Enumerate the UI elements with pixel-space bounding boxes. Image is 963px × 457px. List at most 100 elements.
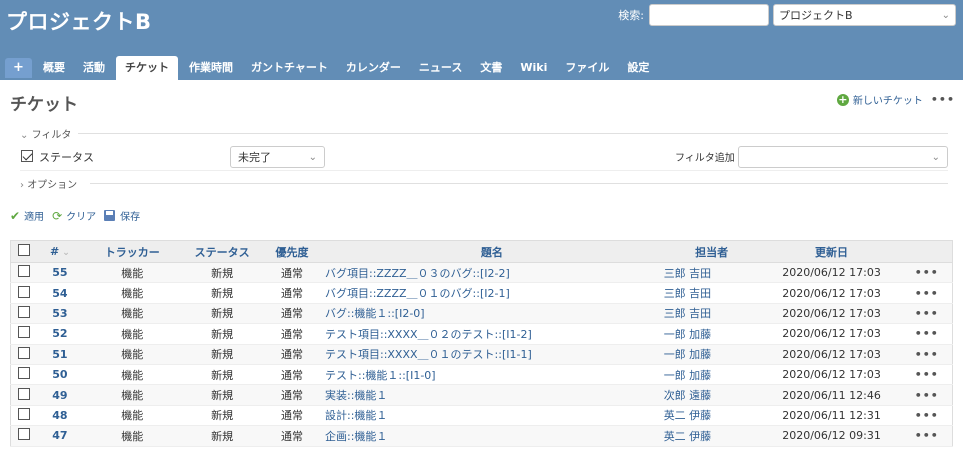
tab-news[interactable]: ニュース [410, 56, 471, 80]
tab-overview[interactable]: 概要 [34, 56, 74, 80]
issue-id-link[interactable]: 53 [52, 307, 67, 320]
tab-documents[interactable]: 文書 [471, 56, 511, 80]
table-row[interactable]: 47 機能 新規 通常 企画::機能１ 英二 伊藤 2020/06/12 09:31 ••• [10, 425, 953, 447]
table-row[interactable]: 52 機能 新規 通常 テスト項目::XXXX＿０２のテスト::[I1-2] 一郎 加藤 2… [10, 323, 953, 345]
issue-assignee-link[interactable]: 三郎 吉田 [664, 307, 712, 320]
row-checkbox[interactable] [18, 265, 31, 278]
issue-subject-link[interactable]: テスト項目::XXXX＿０２のテスト::[I1-2] [325, 328, 532, 341]
issue-assignee-link[interactable]: 三郎 吉田 [664, 287, 712, 300]
reload-icon: ⟳ [52, 208, 63, 223]
search-input[interactable] [649, 4, 769, 26]
new-object-button[interactable]: + [5, 58, 32, 78]
add-filter-select[interactable]: ⌄ [738, 146, 948, 168]
column-header-updated[interactable]: 更新日 [761, 240, 902, 263]
row-actions-button[interactable]: ••• [915, 266, 939, 279]
issue-tracker: 機能 [82, 323, 183, 345]
table-row[interactable]: 51 機能 新規 通常 テスト項目::XXXX＿０１のテスト::[I1-1] 一郎 加藤 2… [10, 344, 953, 365]
table-row[interactable]: 53 機能 新規 通常 バグ::機能１::[I2-0] 三郎 吉田 2020/06/12 1… [10, 303, 953, 325]
project-title[interactable]: プロジェクトB [6, 6, 152, 36]
project-jump-select[interactable]: プロジェクトB ⌄ [773, 4, 956, 26]
row-select-cell [10, 425, 38, 447]
column-header-priority[interactable]: 優先度 [262, 240, 322, 263]
issue-assignee-link[interactable]: 一郎 加藤 [664, 328, 712, 341]
issue-id-link[interactable]: 50 [52, 368, 67, 381]
issue-status: 新規 [182, 425, 263, 447]
select-all-cell [10, 240, 38, 263]
row-actions-button[interactable]: ••• [915, 327, 939, 340]
status-operator-select[interactable]: 未完了 ⌄ [230, 146, 325, 168]
issue-subject-link[interactable]: テスト::機能１::[I1-0] [325, 369, 436, 382]
table-row[interactable]: 50 機能 新規 通常 テスト::機能１::[I1-0] 一郎 加藤 2020/06/12 … [10, 364, 953, 386]
row-checkbox[interactable] [18, 428, 31, 441]
save-button[interactable]: 保存 [104, 208, 140, 223]
column-header-status[interactable]: ステータス [182, 240, 263, 263]
apply-button[interactable]: ✔ 適用 [10, 208, 44, 224]
issue-assignee-link[interactable]: 次郎 遠藤 [664, 389, 712, 402]
issue-id-link[interactable]: 49 [52, 389, 67, 402]
row-checkbox[interactable] [18, 407, 31, 420]
row-checkbox[interactable] [18, 326, 31, 339]
filters-legend[interactable]: ⌄ フィルタ [20, 126, 71, 141]
row-actions-button[interactable]: ••• [915, 409, 939, 422]
row-checkbox[interactable] [18, 285, 31, 298]
issue-subject-cell: テスト項目::XXXX＿０２のテスト::[I1-2] [321, 323, 662, 345]
tab-files[interactable]: ファイル [556, 56, 618, 80]
tab-gantt[interactable]: ガントチャート [242, 56, 337, 80]
issue-assignee-link[interactable]: 一郎 加藤 [664, 348, 712, 361]
row-actions-button[interactable]: ••• [915, 307, 939, 320]
issue-id-link[interactable]: 48 [52, 409, 67, 422]
status-filter-checkbox[interactable] [21, 150, 33, 162]
options-legend[interactable]: › オプション [20, 176, 77, 191]
issue-status: 新規 [182, 262, 263, 284]
tab-activity[interactable]: 活動 [74, 56, 114, 80]
column-header-tracker[interactable]: トラッカー [82, 240, 183, 263]
issue-subject-cell: テスト項目::XXXX＿０１のテスト::[I1-1] [321, 344, 662, 365]
issue-subject-link[interactable]: 設計::機能１ [325, 409, 387, 422]
issue-assignee-link[interactable]: 英二 伊藤 [664, 409, 712, 422]
row-actions-button[interactable]: ••• [915, 429, 939, 442]
row-checkbox[interactable] [18, 367, 31, 380]
issue-priority: 通常 [262, 344, 322, 365]
issue-id-link[interactable]: 47 [52, 429, 67, 442]
issue-id-link[interactable]: 54 [52, 287, 67, 300]
row-checkbox[interactable] [18, 387, 31, 400]
tab-calendar[interactable]: カレンダー [337, 56, 410, 80]
table-row[interactable]: 49 機能 新規 通常 実装::機能１ 次郎 遠藤 2020/06/11 12:46 ••• [10, 384, 953, 406]
row-actions-button[interactable]: ••• [915, 368, 939, 381]
more-actions-button[interactable]: ••• [931, 93, 955, 106]
row-checkbox[interactable] [18, 305, 31, 318]
filter-row-status: ステータス 未完了 ⌄ フィルタ追加 ⌄ [20, 146, 948, 168]
issue-assignee-link[interactable]: 三郎 吉田 [664, 267, 712, 280]
tab-issues[interactable]: チケット [116, 56, 178, 80]
row-checkbox[interactable] [18, 346, 31, 359]
row-actions-button[interactable]: ••• [915, 348, 939, 361]
issue-id-link[interactable]: 55 [52, 266, 67, 279]
column-header-id[interactable]: # ⌄ [37, 240, 83, 263]
tab-settings[interactable]: 設定 [618, 56, 658, 80]
tab-wiki[interactable]: Wiki [511, 56, 556, 80]
issue-subject-link[interactable]: バグ項目::ZZZZ＿０３のバグ::[I2-2] [325, 267, 510, 280]
issue-id-link[interactable]: 52 [52, 327, 67, 340]
issue-subject-link[interactable]: バグ::機能１::[I2-0] [325, 307, 425, 320]
issue-subject-link[interactable]: 実装::機能１ [325, 389, 387, 402]
row-actions-button[interactable]: ••• [915, 389, 939, 402]
tab-time-entries[interactable]: 作業時間 [180, 56, 242, 80]
issue-id-cell: 50 [37, 364, 83, 386]
issue-subject-link[interactable]: バグ項目::ZZZZ＿０１のバグ::[I2-1] [325, 287, 510, 300]
issue-assignee-link[interactable]: 英二 伊藤 [664, 430, 712, 443]
column-header-assigned[interactable]: 担当者 [661, 240, 762, 263]
select-all-checkbox[interactable] [18, 244, 31, 256]
issue-id-link[interactable]: 51 [52, 348, 67, 361]
issue-subject-link[interactable]: 企画::機能１ [325, 430, 387, 443]
table-row[interactable]: 54 機能 新規 通常 バグ項目::ZZZZ＿０１のバグ::[I2-1] 三郎 吉田 202… [10, 282, 953, 304]
issue-subject-cell: バグ項目::ZZZZ＿０３のバグ::[I2-2] [321, 262, 662, 284]
row-actions-button[interactable]: ••• [915, 287, 939, 300]
issue-tracker: 機能 [82, 425, 183, 447]
column-header-subject[interactable]: 題名 [321, 240, 662, 263]
new-issue-link[interactable]: 新しいチケット [853, 92, 923, 107]
issue-assignee-link[interactable]: 一郎 加藤 [664, 369, 712, 382]
clear-button[interactable]: ⟳ クリア [52, 208, 96, 224]
issue-subject-link[interactable]: テスト項目::XXXX＿０１のテスト::[I1-1] [325, 348, 532, 361]
table-row[interactable]: 55 機能 新規 通常 バグ項目::ZZZZ＿０３のバグ::[I2-2] 三郎 吉田 202… [10, 262, 953, 284]
table-row[interactable]: 48 機能 新規 通常 設計::機能１ 英二 伊藤 2020/06/11 12:31 ••• [10, 405, 953, 427]
